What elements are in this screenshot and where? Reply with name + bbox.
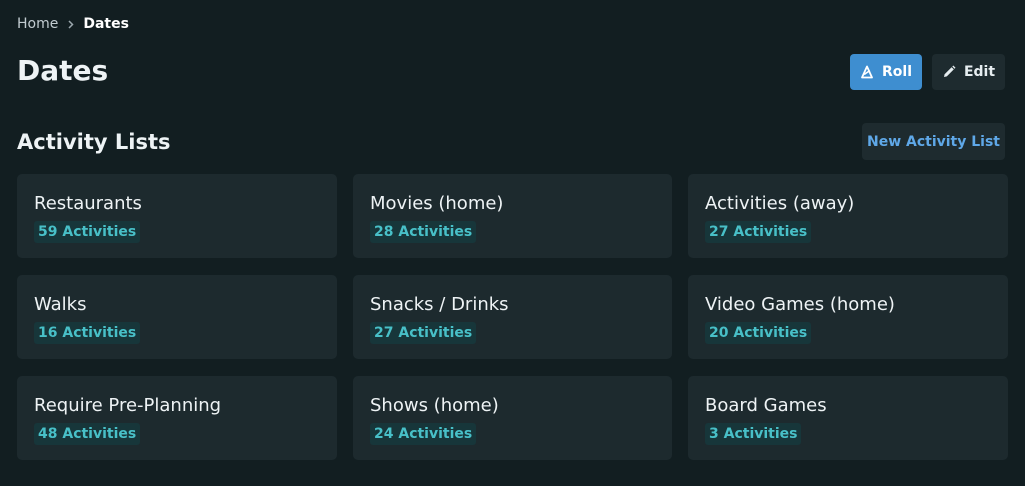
activity-count-badge: 59 Activities: [34, 221, 141, 243]
page-title: Dates: [17, 54, 109, 87]
page: Home Dates Dates Roll Edit Activity List…: [0, 0, 1025, 486]
breadcrumb: Home Dates: [17, 14, 129, 34]
activity-count-badge: 16 Activities: [34, 322, 141, 344]
activity-list-name: Restaurants: [34, 193, 142, 214]
activity-count-badge: 28 Activities: [370, 221, 477, 243]
activity-list-name: Activities (away): [705, 193, 855, 214]
activity-list-grid: Restaurants 59 Activities Movies (home) …: [17, 174, 1008, 460]
activity-list-name: Shows (home): [370, 395, 499, 416]
activity-list-card[interactable]: Movies (home) 28 Activities: [353, 174, 672, 258]
chevron-right-icon: [68, 19, 74, 29]
activity-list-name: Movies (home): [370, 193, 504, 214]
dice-icon: [861, 65, 873, 79]
roll-button-label: Roll: [882, 64, 912, 80]
activity-count-badge: 48 Activities: [34, 423, 141, 445]
activity-list-name: Video Games (home): [705, 294, 895, 315]
activity-list-name: Require Pre-Planning: [34, 395, 222, 416]
activity-list-card[interactable]: Activities (away) 27 Activities: [688, 174, 1008, 258]
activity-list-name: Walks: [34, 294, 87, 315]
breadcrumb-home-link[interactable]: Home: [17, 16, 58, 32]
activity-list-card[interactable]: Video Games (home) 20 Activities: [688, 275, 1008, 359]
pencil-icon: [943, 65, 956, 77]
activity-count-badge: 27 Activities: [705, 221, 812, 243]
activity-list-card[interactable]: Require Pre-Planning 48 Activities: [17, 376, 337, 460]
activity-count-badge: 3 Activities: [705, 423, 802, 445]
section-title: Activity Lists: [17, 130, 171, 154]
activity-list-card[interactable]: Walks 16 Activities: [17, 275, 337, 359]
activity-list-card[interactable]: Shows (home) 24 Activities: [353, 376, 672, 460]
activity-count-badge: 27 Activities: [370, 322, 477, 344]
breadcrumb-current: Dates: [83, 16, 129, 32]
activity-count-badge: 20 Activities: [705, 322, 812, 344]
activity-list-card[interactable]: Snacks / Drinks 27 Activities: [353, 275, 672, 359]
new-activity-list-button[interactable]: New Activity List: [862, 123, 1005, 160]
activity-list-card[interactable]: Board Games 3 Activities: [688, 376, 1008, 460]
activity-count-badge: 24 Activities: [370, 423, 477, 445]
edit-button-label: Edit: [963, 64, 996, 80]
edit-button[interactable]: Edit: [932, 54, 1005, 90]
activity-list-name: Board Games: [705, 395, 827, 416]
activity-list-card[interactable]: Restaurants 59 Activities: [17, 174, 337, 258]
roll-button[interactable]: Roll: [850, 54, 922, 90]
activity-list-name: Snacks / Drinks: [370, 294, 509, 315]
